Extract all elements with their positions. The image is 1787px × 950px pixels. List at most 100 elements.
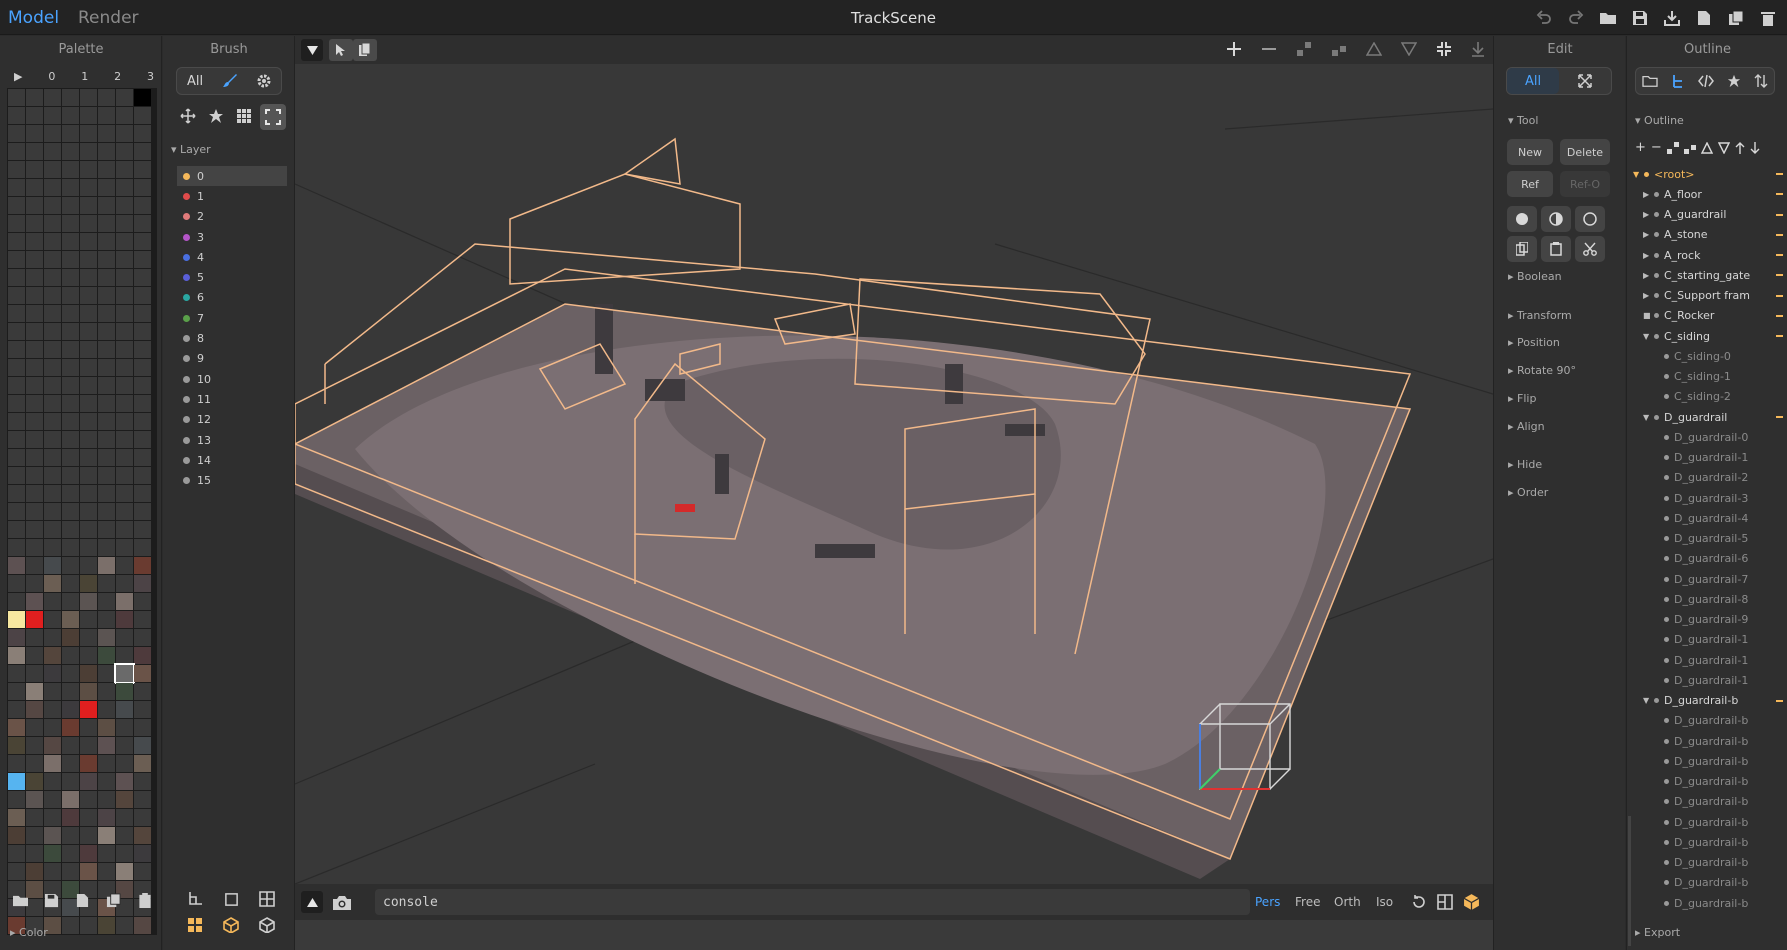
edit-section-2[interactable]: ▸ Position xyxy=(1508,336,1560,349)
color-section-toggle[interactable]: ▸ Color xyxy=(10,926,48,939)
palette-swatch[interactable] xyxy=(80,629,97,646)
palette-swatch[interactable] xyxy=(134,287,151,304)
grow-node-icon[interactable] xyxy=(1683,140,1696,155)
palette-swatch[interactable] xyxy=(62,917,79,934)
palette-swatch[interactable] xyxy=(134,647,151,664)
palette-swatch[interactable] xyxy=(134,125,151,142)
palette-swatch[interactable] xyxy=(134,845,151,862)
palette-swatch[interactable] xyxy=(26,575,43,592)
palette-swatch[interactable] xyxy=(98,395,115,412)
palette-swatch[interactable] xyxy=(8,809,25,826)
outline-tree-row[interactable]: ▼ D_guardrail-b xyxy=(1627,691,1787,711)
reset-view-icon[interactable] xyxy=(1411,894,1427,910)
palette-swatch[interactable] xyxy=(116,575,133,592)
palette-swatch[interactable] xyxy=(134,611,151,628)
copy-icon[interactable] xyxy=(1507,236,1537,262)
palette-swatch[interactable] xyxy=(62,215,79,232)
palette-swatch[interactable] xyxy=(44,593,61,610)
palette-swatch[interactable] xyxy=(26,359,43,376)
palette-swatch[interactable] xyxy=(80,233,97,250)
visibility-marker[interactable] xyxy=(1776,233,1783,236)
palette-swatch[interactable] xyxy=(8,323,25,340)
palette-swatch[interactable] xyxy=(98,791,115,808)
view-dropdown-icon[interactable] xyxy=(301,39,323,61)
tree-caret-icon[interactable]: ▶ xyxy=(1643,291,1653,300)
download-icon[interactable] xyxy=(1471,41,1485,57)
outline-tree-row[interactable]: ▼ C_siding xyxy=(1627,326,1787,346)
palette-swatch[interactable] xyxy=(8,629,25,646)
palette-swatch[interactable] xyxy=(44,161,61,178)
palette-play-icon[interactable]: ▶ xyxy=(14,70,22,83)
palette-swatch[interactable] xyxy=(98,161,115,178)
palette-swatch[interactable] xyxy=(62,539,79,556)
folder-filter-icon[interactable] xyxy=(1642,74,1659,88)
shrink-node-icon[interactable] xyxy=(1666,140,1679,155)
palette-swatch[interactable] xyxy=(80,431,97,448)
edit-filter-all[interactable]: All xyxy=(1507,68,1559,94)
palette-swatch[interactable] xyxy=(8,539,25,556)
palette-swatch[interactable] xyxy=(26,719,43,736)
palette-swatch[interactable] xyxy=(98,845,115,862)
cube-outline-tool-icon[interactable] xyxy=(257,917,277,933)
palette-swatch[interactable] xyxy=(62,251,79,268)
palette-swatch[interactable] xyxy=(62,143,79,160)
palette-swatch[interactable] xyxy=(62,737,79,754)
palette-swatch[interactable] xyxy=(44,233,61,250)
palette-swatch[interactable] xyxy=(44,197,61,214)
tree-caret-icon[interactable]: ▼ xyxy=(1643,332,1653,341)
expand-brush-icon[interactable] xyxy=(260,104,286,130)
palette-swatch[interactable] xyxy=(8,431,25,448)
paint-brush-icon[interactable] xyxy=(213,73,247,89)
palette-swatch[interactable] xyxy=(98,305,115,322)
palette-swatch[interactable] xyxy=(80,755,97,772)
brush-settings-gear-icon[interactable] xyxy=(247,73,281,89)
palette-swatch[interactable] xyxy=(44,143,61,160)
outline-tree-row[interactable]: D_guardrail-8 xyxy=(1627,589,1787,609)
visibility-marker[interactable] xyxy=(1776,173,1783,175)
layer-item-7[interactable]: 7 xyxy=(177,308,287,328)
palette-swatch[interactable] xyxy=(98,593,115,610)
layer-item-5[interactable]: 5 xyxy=(177,267,287,287)
palette-swatch[interactable] xyxy=(44,809,61,826)
edit-section-6[interactable]: ▸ Hide xyxy=(1508,458,1542,471)
palette-swatch[interactable] xyxy=(44,557,61,574)
paste-palette-icon[interactable] xyxy=(136,892,153,909)
palette-swatch[interactable] xyxy=(62,359,79,376)
palette-swatch[interactable] xyxy=(134,179,151,196)
palette-swatch[interactable] xyxy=(80,845,97,862)
palette-swatch[interactable] xyxy=(62,341,79,358)
palette-swatch[interactable] xyxy=(80,341,97,358)
edit-section-0[interactable]: ▸ Boolean xyxy=(1508,270,1562,283)
palette-swatch[interactable] xyxy=(98,449,115,466)
cut-scissors-icon[interactable] xyxy=(1575,236,1605,262)
move-down-triangle-icon[interactable] xyxy=(1717,140,1730,155)
visibility-marker[interactable] xyxy=(1776,193,1783,196)
palette-swatch[interactable] xyxy=(44,305,61,322)
blocks-tool-icon[interactable] xyxy=(185,917,205,933)
palette-swatch[interactable] xyxy=(62,755,79,772)
palette-swatch[interactable] xyxy=(26,845,43,862)
palette-swatch[interactable] xyxy=(8,341,25,358)
palette-swatch[interactable] xyxy=(8,359,25,376)
palette-swatch[interactable] xyxy=(44,125,61,142)
outline-tree-row[interactable]: D_guardrail-1 xyxy=(1627,630,1787,650)
palette-swatch[interactable] xyxy=(26,395,43,412)
palette-swatch[interactable] xyxy=(8,179,25,196)
palette-swatch[interactable] xyxy=(134,521,151,538)
palette-swatch[interactable] xyxy=(134,431,151,448)
outline-tree-row[interactable]: D_guardrail-b xyxy=(1627,751,1787,771)
save-icon[interactable] xyxy=(1629,7,1651,29)
palette-swatch[interactable] xyxy=(80,791,97,808)
palette-swatch[interactable] xyxy=(44,413,61,430)
palette-swatch[interactable] xyxy=(44,701,61,718)
palette-swatch[interactable] xyxy=(44,89,61,106)
edit-section-3[interactable]: ▸ Rotate 90° xyxy=(1508,364,1576,377)
palette-swatch[interactable] xyxy=(44,863,61,880)
remove-icon[interactable] xyxy=(1261,41,1277,57)
outline-tree-row[interactable]: D_guardrail-b xyxy=(1627,873,1787,893)
palette-swatch[interactable] xyxy=(116,413,133,430)
palette-swatch[interactable] xyxy=(80,197,97,214)
palette-swatch[interactable] xyxy=(8,503,25,520)
palette-swatch[interactable] xyxy=(26,521,43,538)
palette-swatch[interactable] xyxy=(134,215,151,232)
